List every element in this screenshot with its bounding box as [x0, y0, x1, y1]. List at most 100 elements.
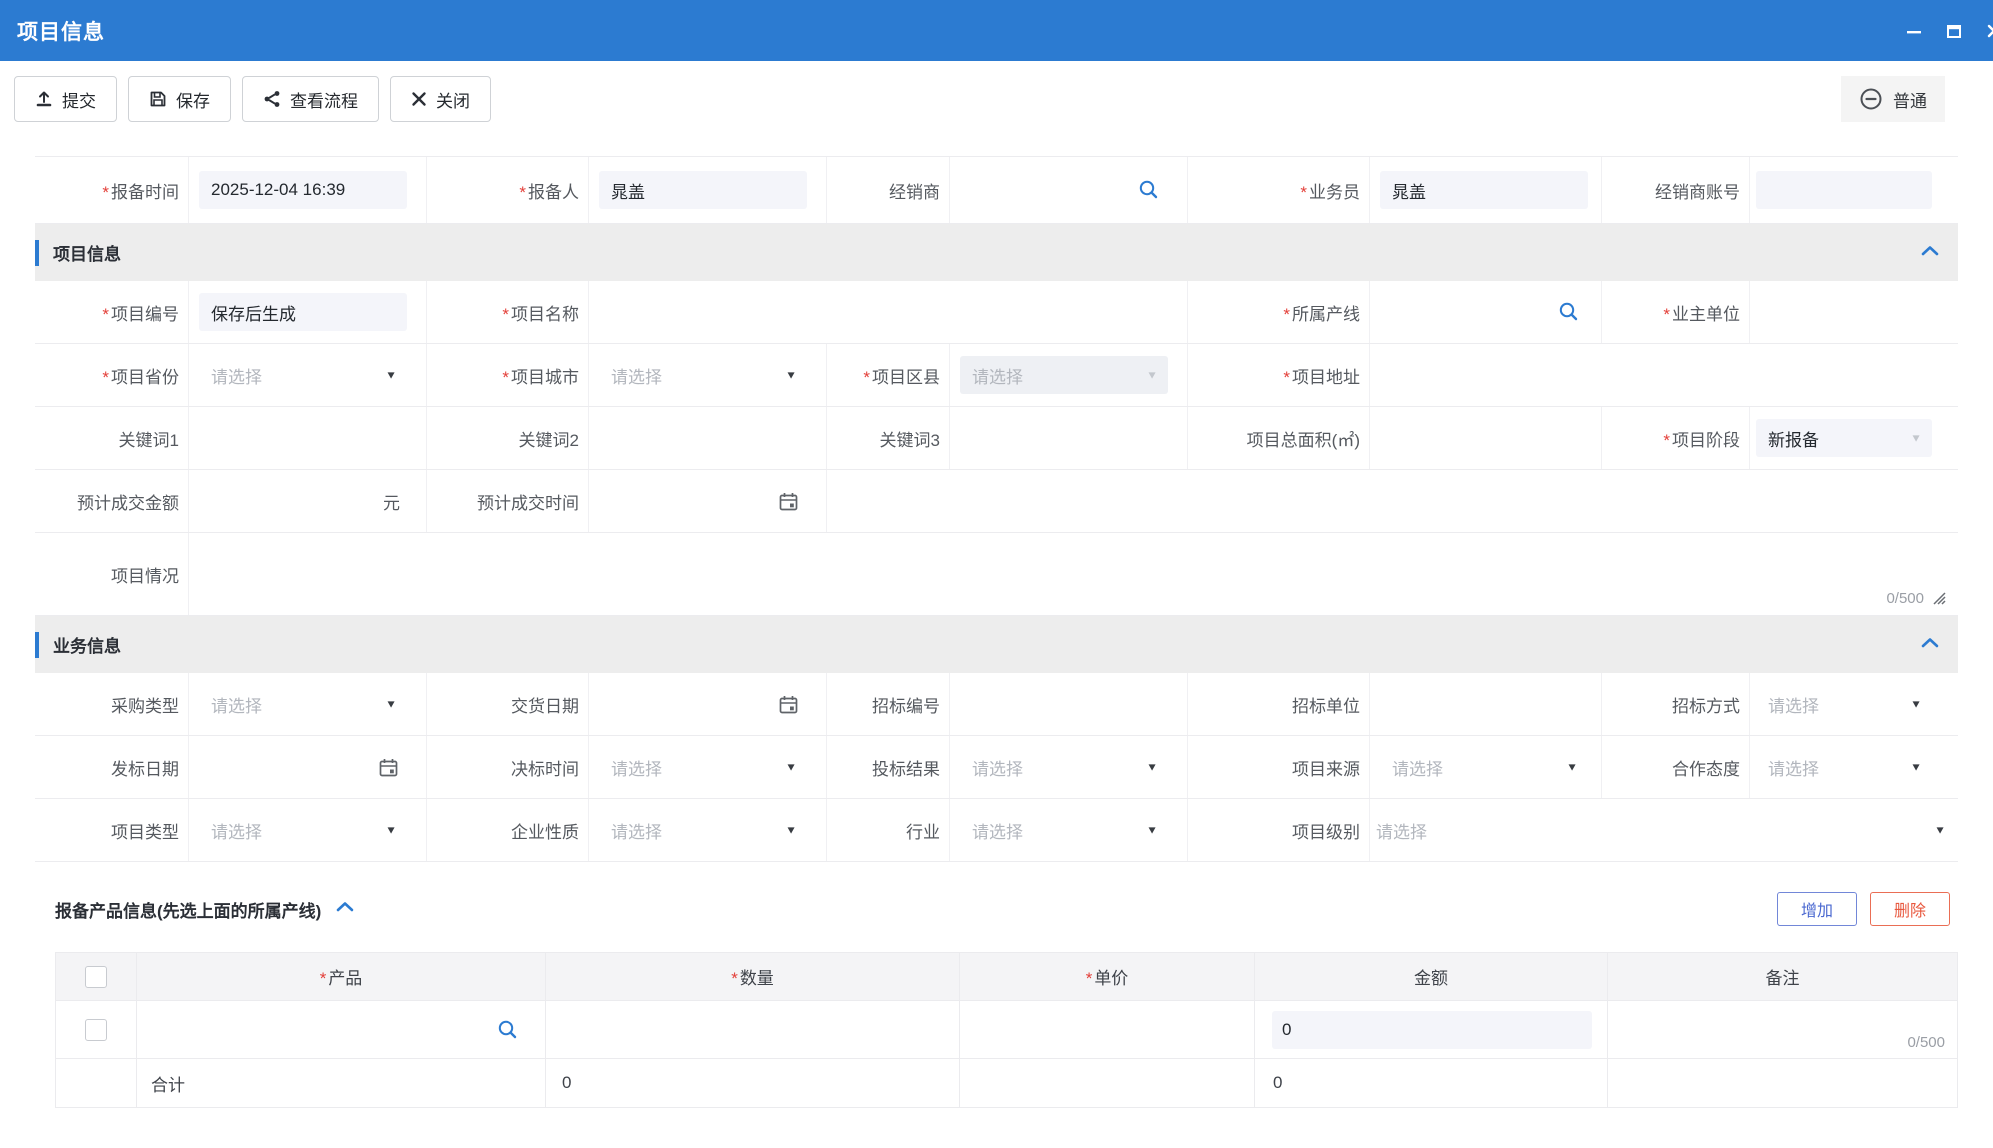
issue-date-cell	[188, 736, 426, 798]
form-row-expected: 预计成交金额 元 预计成交时间	[35, 470, 1958, 533]
expected-time-date-field[interactable]	[599, 482, 807, 520]
product-actions: 增加 删除	[1777, 892, 1950, 926]
project-level-label: 项目级别	[1187, 799, 1369, 861]
collapse-project-section-button[interactable]	[1920, 244, 1940, 262]
row-checkbox[interactable]	[85, 1019, 107, 1041]
project-no-input[interactable]: 保存后生成	[199, 293, 407, 331]
project-desc-textarea[interactable]: 0/500	[188, 533, 1958, 615]
report-time-input[interactable]: 2025-12-04 16:39	[199, 171, 407, 209]
coop-attitude-cell: 请选择▼	[1749, 736, 1958, 798]
add-product-button[interactable]: 增加	[1777, 892, 1857, 926]
salesman-input[interactable]: 晁盖	[1380, 171, 1588, 209]
amount-col-header: 金额	[1254, 953, 1607, 1000]
keyword3-input[interactable]	[949, 407, 1187, 469]
bid-no-input[interactable]	[949, 673, 1187, 735]
district-cell: 请选择▼	[949, 344, 1187, 406]
project-type-select[interactable]: 请选择▼	[199, 811, 407, 849]
collapse-product-section-button[interactable]	[335, 900, 355, 918]
coop-attitude-select[interactable]: 请选择▼	[1756, 748, 1932, 786]
product-search-field[interactable]	[136, 1001, 545, 1058]
note-input[interactable]: 0/500	[1607, 1001, 1957, 1058]
close-form-button[interactable]: 关闭	[390, 76, 491, 122]
submit-button[interactable]: 提交	[14, 76, 117, 122]
price-input[interactable]	[959, 1001, 1254, 1058]
chevron-up-icon	[335, 900, 355, 913]
bid-result-cell: 请选择▼	[949, 736, 1187, 798]
project-type-label: 项目类型	[35, 799, 188, 861]
view-flow-button[interactable]: 查看流程	[242, 76, 379, 122]
stage-select[interactable]: 新报备▼	[1756, 419, 1932, 457]
floppy-save-icon	[149, 90, 167, 108]
project-source-label: 项目来源	[1187, 736, 1369, 798]
total-area-input[interactable]	[1369, 407, 1601, 469]
award-time-select[interactable]: 请选择▼	[599, 748, 807, 786]
award-time-cell: 请选择▼	[588, 736, 826, 798]
bid-method-select[interactable]: 请选择▼	[1756, 685, 1932, 723]
salesman-cell: 晁盖	[1369, 157, 1601, 223]
save-button[interactable]: 保存	[128, 76, 231, 122]
close-window-button[interactable]	[1981, 18, 1993, 44]
product-section-title: 报备产品信息(先选上面的所属产线)	[55, 897, 321, 922]
stage-cell: 新报备▼	[1749, 407, 1958, 469]
address-input[interactable]	[1369, 344, 1958, 406]
dropdown-arrow-icon: ▼	[1146, 370, 1158, 381]
purchase-type-cell: 请选择▼	[188, 673, 426, 735]
section-accent-bar	[35, 240, 39, 266]
delivery-date-cell	[588, 673, 826, 735]
select-all-checkbox[interactable]	[85, 966, 107, 988]
form-row-report: 报备时间 2025-12-04 16:39 报备人 晁盖 经销商 业务员 晁盖 …	[35, 156, 1958, 224]
project-source-select[interactable]: 请选择▼	[1380, 748, 1588, 786]
report-time-cell: 2025-12-04 16:39	[188, 157, 426, 223]
dropdown-arrow-icon: ▼	[1910, 699, 1922, 710]
qty-col-header: 数量	[545, 953, 959, 1000]
amount-cell: 0	[1254, 1001, 1607, 1058]
dropdown-arrow-icon: ▼	[785, 825, 797, 836]
amount-input[interactable]: 0	[1272, 1011, 1592, 1049]
calendar-icon	[778, 491, 799, 512]
search-icon	[1558, 301, 1580, 323]
resize-grip-icon[interactable]	[1931, 590, 1946, 610]
collapse-business-section-button[interactable]	[1920, 636, 1940, 654]
keyword1-input[interactable]	[188, 407, 426, 469]
enterprise-nature-select[interactable]: 请选择▼	[599, 811, 807, 849]
expected-amount-input[interactable]	[199, 482, 377, 520]
section-project-title: 项目信息	[53, 240, 121, 265]
search-icon	[497, 1019, 519, 1041]
product-table-row: 0 0/500	[56, 1001, 1957, 1059]
report-person-input[interactable]: 晁盖	[599, 171, 807, 209]
project-level-select[interactable]: 请选择▼	[1376, 811, 1958, 849]
purchase-type-select[interactable]: 请选择▼	[199, 685, 407, 723]
qty-input[interactable]	[545, 1001, 959, 1058]
share-flow-icon	[263, 90, 281, 108]
dropdown-arrow-icon: ▼	[1146, 762, 1158, 773]
priority-mode-badge[interactable]: 普通	[1841, 76, 1945, 122]
maximize-button[interactable]	[1941, 18, 1967, 44]
dealer-account-input[interactable]	[1756, 171, 1932, 209]
industry-cell: 请选择▼	[949, 799, 1187, 861]
province-select[interactable]: 请选择▼	[199, 356, 407, 394]
keyword2-input[interactable]	[588, 407, 826, 469]
industry-select[interactable]: 请选择▼	[960, 811, 1168, 849]
minimize-button[interactable]	[1901, 18, 1927, 44]
close-icon	[1986, 23, 1993, 39]
product-table: 产品 数量 单价 金额 备注 0 0/500 合计 0 0	[55, 952, 1958, 1108]
dealer-account-cell	[1749, 157, 1958, 223]
dealer-account-label: 经销商账号	[1601, 157, 1749, 223]
expected-time-label: 预计成交时间	[426, 470, 588, 532]
product-line-search-field[interactable]	[1380, 293, 1588, 331]
owner-unit-input[interactable]	[1749, 281, 1958, 343]
district-select[interactable]: 请选择▼	[960, 356, 1168, 394]
bid-unit-input[interactable]	[1369, 673, 1601, 735]
project-name-input[interactable]	[588, 281, 1187, 343]
report-person-cell: 晁盖	[588, 157, 826, 223]
city-select[interactable]: 请选择▼	[599, 356, 807, 394]
total-note-cell	[1607, 1059, 1957, 1107]
bid-result-select[interactable]: 请选择▼	[960, 748, 1168, 786]
product-col-header: 产品	[136, 953, 545, 1000]
dealer-search-field[interactable]	[960, 171, 1168, 209]
delete-product-button[interactable]: 删除	[1870, 892, 1950, 926]
project-name-label: 项目名称	[426, 281, 588, 343]
award-time-label: 决标时间	[426, 736, 588, 798]
issue-date-field[interactable]	[199, 748, 407, 786]
delivery-date-field[interactable]	[599, 685, 807, 723]
